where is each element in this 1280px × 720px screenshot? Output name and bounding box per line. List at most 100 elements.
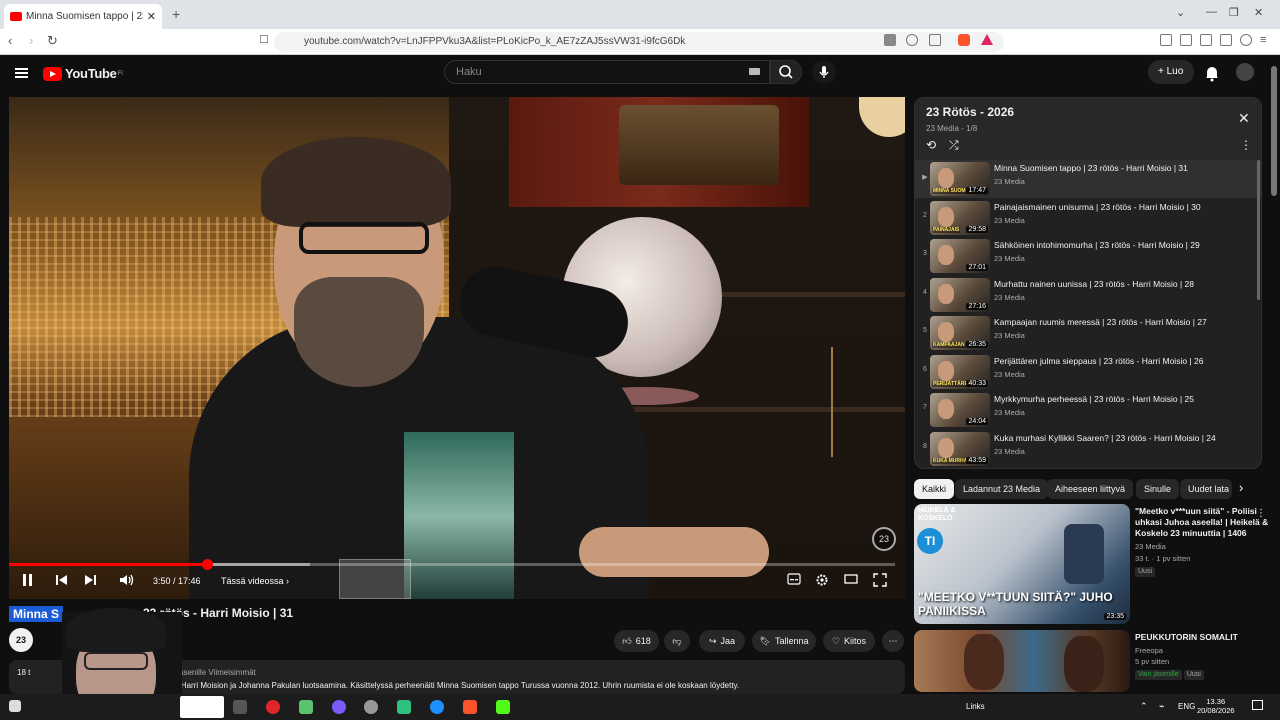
share-button[interactable]: ↪ Jaa xyxy=(699,630,745,652)
video-progress-bar[interactable] xyxy=(9,559,895,570)
taskbar-search-box[interactable] xyxy=(180,696,224,718)
app-grey-icon[interactable] xyxy=(364,700,378,714)
video-player[interactable]: 23 xyxy=(9,97,905,599)
chapters-button[interactable]: Tässä videossa › xyxy=(221,576,289,586)
playlist-item[interactable]: 5 KAMPAAJAN 26:35 Kampaajan ruumis meressä … xyxy=(915,314,1261,352)
zoom-icon[interactable] xyxy=(906,34,918,46)
recommendation-title[interactable]: "Meetko v***uun siitä" - Poliisi uhkasi … xyxy=(1135,506,1270,539)
edge-icon[interactable] xyxy=(430,700,444,714)
app-purple-icon[interactable] xyxy=(332,700,346,714)
close-window-icon[interactable]: ✕ xyxy=(1254,6,1263,19)
playlist-item[interactable]: 8 KUKA MURHASI 43:59 Kuka murhasi Kyllikki … xyxy=(915,430,1261,468)
vpn-icon[interactable] xyxy=(1240,34,1252,46)
extensions-icon[interactable] xyxy=(1220,34,1232,46)
opera-icon[interactable] xyxy=(266,700,280,714)
thanks-button[interactable]: ♡ Kiitos xyxy=(823,630,875,652)
reload-icon[interactable]: ↻ xyxy=(47,33,58,49)
save-button[interactable]: 🔖︎ Tallenna xyxy=(752,630,816,652)
theater-mode-button[interactable] xyxy=(844,573,858,588)
recommendation-thumbnail[interactable]: HEIKELÄ & KOSKELO TI "MEETKO V**TUUN SII… xyxy=(914,504,1130,624)
playlist-item[interactable]: 4 27:16 Murhattu nainen uunissa | 23 rötös… xyxy=(915,276,1261,314)
create-button[interactable]: + Luo xyxy=(1148,60,1194,84)
browser-tab[interactable]: Minna Suomisen tappo | 23 rötös ✕ xyxy=(4,4,162,29)
filter-chip[interactable]: Ladannut 23 Media xyxy=(955,479,1049,499)
keyboard-icon[interactable] xyxy=(749,68,760,75)
voice-search-button[interactable] xyxy=(812,60,836,84)
brave-taskbar-icon[interactable] xyxy=(463,700,477,714)
forward-icon[interactable]: › xyxy=(29,33,33,48)
browser-menu-icon[interactable]: ≡ xyxy=(1260,34,1272,46)
pause-button[interactable] xyxy=(22,573,34,590)
next-button[interactable] xyxy=(84,573,97,590)
minimize-icon[interactable]: — xyxy=(1206,6,1217,18)
sidebar-icon[interactable] xyxy=(1180,34,1192,46)
close-tab-icon[interactable]: ✕ xyxy=(147,10,156,23)
chrome-apps-icon[interactable] xyxy=(299,700,313,714)
close-playlist-icon[interactable]: ✕ xyxy=(1238,110,1250,127)
taskbar-clock[interactable]: 13.36 20/08/2026 xyxy=(1197,697,1235,715)
bookmark-icon[interactable]: ☐ xyxy=(259,33,269,46)
notifications-center-icon[interactable] xyxy=(1252,700,1263,710)
filter-chip[interactable]: Sinulle xyxy=(1136,479,1180,499)
playlist-item-thumbnail[interactable]: 24:04 xyxy=(930,393,990,427)
app-green-icon[interactable] xyxy=(397,700,411,714)
subtitles-button[interactable] xyxy=(787,573,801,588)
recommendation-channel[interactable]: Freeopa xyxy=(1135,646,1163,656)
cast-icon[interactable] xyxy=(929,34,941,46)
tab-search-icon[interactable]: ⌄ xyxy=(1176,6,1185,19)
dislike-button[interactable]: 👎︎ xyxy=(664,630,690,652)
recommendation-thumbnail[interactable] xyxy=(914,630,1130,692)
playlist-item[interactable]: 6 PERIJÄTTÄREN 40:33 Perijättären julma sie… xyxy=(915,353,1261,391)
playlist-item-thumbnail[interactable]: MINNA SUOM 17:47 xyxy=(930,162,990,196)
new-tab-icon[interactable]: + xyxy=(172,6,180,22)
loop-icon[interactable]: ⟲ xyxy=(926,138,936,152)
network-icon[interactable]: ⌁ xyxy=(1159,701,1164,712)
restore-icon[interactable]: ❐ xyxy=(1229,6,1239,19)
playlist-item[interactable]: 3 27:01 Sähköinen intohimomurha | 23 rötös… xyxy=(915,237,1261,275)
translate-icon[interactable] xyxy=(884,34,896,46)
media-icon[interactable] xyxy=(1160,34,1172,46)
brave-rewards-icon[interactable] xyxy=(981,34,993,45)
search-button[interactable] xyxy=(770,60,802,84)
page-scrollbar[interactable] xyxy=(1271,66,1277,196)
like-button[interactable]: 👍︎ 618 xyxy=(614,630,659,652)
brave-shield-icon[interactable] xyxy=(958,34,970,46)
channel-avatar[interactable]: 23 xyxy=(9,628,33,652)
playlist-item[interactable]: 7 24:04 Myrkkymurha perheessä | 23 rötös -… xyxy=(915,391,1261,429)
notifications-bell-icon[interactable] xyxy=(1204,64,1220,82)
task-view-icon[interactable] xyxy=(233,700,247,714)
wallet-icon[interactable] xyxy=(1200,34,1212,46)
shuffle-icon[interactable]: ⤮ xyxy=(949,138,959,153)
filter-chip[interactable]: Uudet lata xyxy=(1180,479,1232,499)
account-avatar[interactable] xyxy=(1236,63,1254,81)
playlist-item-thumbnail[interactable]: PERIJÄTTÄREN 40:33 xyxy=(930,354,990,389)
keyboard-language[interactable]: ENG xyxy=(1178,702,1195,711)
chips-next-icon[interactable]: › xyxy=(1239,480,1243,495)
playlist-more-icon[interactable]: ⋮ xyxy=(1240,138,1252,152)
recommendation-title[interactable]: PEUKKUTORIN SOMALIT xyxy=(1135,632,1270,643)
more-actions-button[interactable]: ⋯ xyxy=(882,630,904,652)
youtube-logo[interactable]: YouTube FI xyxy=(43,66,123,81)
hamburger-menu-icon[interactable] xyxy=(15,68,28,78)
playlist-scrollbar[interactable] xyxy=(1257,160,1260,300)
settings-button[interactable] xyxy=(815,573,829,590)
previous-button[interactable] xyxy=(55,573,68,590)
playlist-item-thumbnail[interactable]: KAMPAAJAN 26:35 xyxy=(930,316,990,350)
taskbar-links-label[interactable]: Links xyxy=(966,702,985,711)
back-icon[interactable]: ‹ xyxy=(8,33,12,48)
windows-start-icon[interactable] xyxy=(9,700,21,712)
recommendation-more-icon[interactable]: ⋮ xyxy=(1256,508,1266,519)
playlist-title[interactable]: 23 Rötös - 2026 xyxy=(926,105,1014,119)
playlist-item-thumbnail[interactable]: KUKA MURHASI 43:59 xyxy=(930,431,990,466)
recommendation-channel[interactable]: 23 Media xyxy=(1135,542,1166,552)
fullscreen-button[interactable] xyxy=(873,573,887,590)
playlist-item[interactable]: 2 PAINAJAIS 29:58 Painajaismainen unisurma … xyxy=(915,199,1261,237)
kick-icon[interactable] xyxy=(496,700,510,714)
tray-chevron-up-icon[interactable]: ⌃ xyxy=(1140,701,1148,712)
search-input[interactable]: Haku xyxy=(444,60,770,84)
filter-chip[interactable]: Kaikki xyxy=(914,479,955,499)
channel-watermark[interactable]: 23 xyxy=(872,527,896,551)
filter-chip[interactable]: Aiheeseen liittyvä xyxy=(1047,479,1134,499)
playlist-item[interactable]: ▶ MINNA SUOM 17:47 Minna Suomisen tappo | 2… xyxy=(915,160,1261,198)
playlist-item-thumbnail[interactable]: 27:01 xyxy=(930,239,990,273)
